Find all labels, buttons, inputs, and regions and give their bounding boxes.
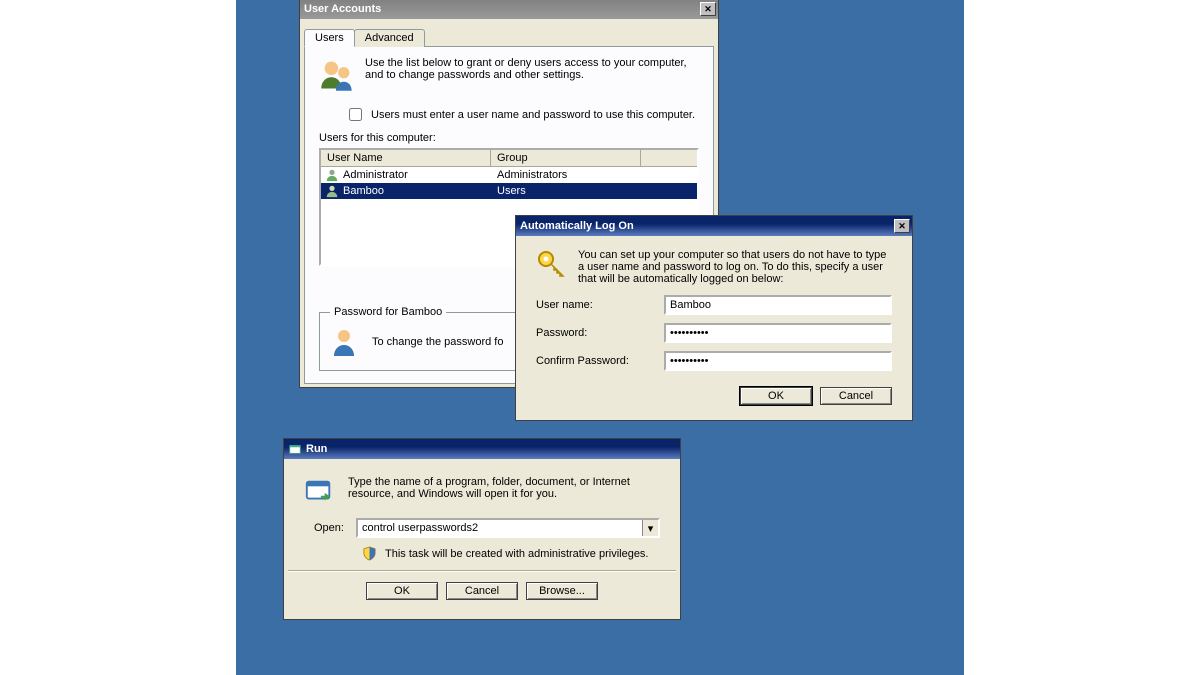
list-header[interactable]: User Name Group [321,150,697,167]
ok-button[interactable]: OK [740,387,812,405]
password-label: Password: [536,327,656,339]
confirm-label: Confirm Password: [536,355,656,367]
users-icon [319,57,355,93]
tab-users[interactable]: Users [304,29,355,47]
close-button[interactable]: ✕ [700,2,716,16]
run-text: Type the name of a program, folder, docu… [348,476,660,500]
password-input[interactable] [664,323,892,343]
run-title-icon [288,442,302,456]
cancel-button[interactable]: Cancel [446,582,518,600]
window-title: User Accounts [304,3,381,15]
open-input[interactable] [358,520,642,536]
key-icon [536,249,568,281]
cancel-button[interactable]: Cancel [820,387,892,405]
window-title: Automatically Log On [520,220,634,232]
require-password-checkbox[interactable] [349,108,362,121]
tab-advanced[interactable]: Advanced [354,29,425,47]
intro-text: Use the list below to grant or deny user… [365,57,699,93]
checkbox-label: Users must enter a user name and passwor… [371,109,695,121]
username-label: User name: [536,299,656,311]
tab-strip: Users Advanced [304,28,714,47]
ok-button[interactable]: OK [366,582,438,600]
list-label: Users for this computer: [305,132,713,146]
column-header-group[interactable]: Group [491,150,641,166]
open-label: Open: [314,522,344,534]
titlebar[interactable]: User Accounts ✕ [300,0,718,19]
user-row-bamboo[interactable]: Bamboo Users [321,183,697,199]
dialog-text: You can set up your computer so that use… [578,249,892,285]
column-header-name[interactable]: User Name [321,150,491,166]
run-window: Run Type the name of a program, folder, … [283,438,681,620]
titlebar[interactable]: Run [284,439,680,459]
close-button[interactable]: ✕ [894,219,910,233]
shield-text: This task will be created with administr… [385,548,649,560]
confirm-input[interactable] [664,351,892,371]
titlebar[interactable]: Automatically Log On ✕ [516,216,912,236]
auto-logon-window: Automatically Log On ✕ You can set up yo… [515,215,913,421]
password-text: To change the password fo [372,336,503,348]
run-icon [304,476,334,506]
user-icon [330,326,362,358]
chevron-down-icon[interactable]: ▾ [642,520,658,536]
window-title: Run [306,443,327,455]
shield-icon [362,546,377,561]
desktop-background: ecycle >_ Cygwi Termina Git Bas zilla Fi… [236,0,964,675]
fieldset-legend: Password for Bamboo [330,306,446,318]
user-icon [325,168,339,182]
browse-button[interactable]: Browse... [526,582,598,600]
username-input[interactable] [664,295,892,315]
open-combobox[interactable]: ▾ [356,518,660,538]
user-icon [325,184,339,198]
user-row-administrator[interactable]: Administrator Administrators [321,167,697,183]
